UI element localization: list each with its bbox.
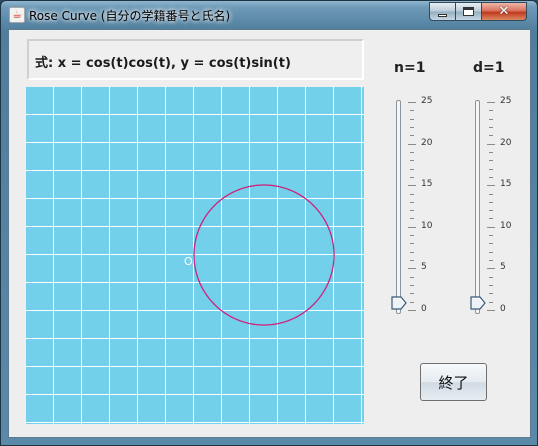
formula-text: 式: x = cos(t)cos(t), y = cos(t)sin(t) xyxy=(35,56,291,71)
plot-canvas: O xyxy=(26,87,364,424)
exit-button[interactable]: 終了 xyxy=(420,363,487,401)
d-slider-tick-label: 10 xyxy=(500,220,512,231)
d-slider-tick xyxy=(487,102,495,103)
n-slider-tick xyxy=(410,151,414,153)
d-slider-tick xyxy=(489,285,493,287)
n-slider-tick xyxy=(408,226,416,228)
rose-curve xyxy=(193,184,335,326)
n-slider-tick xyxy=(408,143,416,145)
n-slider-tick xyxy=(410,193,414,195)
d-slider-tick xyxy=(489,168,493,170)
n-slider-tick xyxy=(410,118,414,120)
n-slider-tick-label: 20 xyxy=(421,137,433,148)
minimize-button[interactable] xyxy=(429,2,456,21)
d-slider-tick-label: 15 xyxy=(500,179,512,190)
d-slider-tick xyxy=(489,301,493,303)
d-slider-tick-label: 0 xyxy=(500,304,506,314)
d-slider-track[interactable] xyxy=(475,100,480,314)
n-slider-tick xyxy=(410,126,414,128)
d-slider-tick xyxy=(487,185,495,187)
n-slider-tick xyxy=(410,251,414,253)
n-slider-track[interactable] xyxy=(396,100,401,314)
d-slider-tick xyxy=(487,226,495,228)
n-slider[interactable]: 25 20 15 10 5 0 xyxy=(391,94,452,324)
n-slider-tick-label: 15 xyxy=(421,179,433,190)
window-controls: ✕ xyxy=(429,2,527,21)
n-slider-tick xyxy=(410,201,414,203)
d-slider-thumb[interactable] xyxy=(470,295,486,310)
d-slider-tick-label: 25 xyxy=(500,96,512,106)
maximize-icon xyxy=(463,7,474,16)
content-pane: 式: x = cos(t)cos(t), y = cos(t)sin(t) O … xyxy=(8,29,531,438)
n-slider-tick xyxy=(410,301,414,303)
d-slider-tick xyxy=(487,268,495,270)
d-slider-tick xyxy=(489,176,493,178)
n-slider-tick xyxy=(410,285,414,287)
d-slider-tick xyxy=(489,135,493,137)
d-slider-tick xyxy=(489,210,493,212)
d-slider-tick xyxy=(489,218,493,220)
maximize-button[interactable] xyxy=(456,2,482,21)
close-icon: ✕ xyxy=(498,4,510,19)
d-slider-tick xyxy=(489,293,493,295)
d-slider-tick xyxy=(489,126,493,128)
n-slider-tick xyxy=(410,110,414,112)
rose-curve-svg xyxy=(193,184,335,326)
n-slider-tick xyxy=(410,235,414,237)
d-slider-tick xyxy=(489,193,493,195)
n-slider-tick-label: 0 xyxy=(421,304,427,314)
title-bar[interactable]: ☕ Rose Curve (自分の学籍番号と氏名) ✕ xyxy=(1,1,537,29)
d-slider-tick xyxy=(489,276,493,278)
n-slider-tick xyxy=(410,210,414,212)
d-slider-label: d=1 xyxy=(473,60,505,76)
d-slider-tick xyxy=(489,110,493,112)
close-button[interactable]: ✕ xyxy=(482,2,527,21)
d-slider-tick xyxy=(489,151,493,153)
d-slider-tick xyxy=(487,143,495,145)
n-slider-tick xyxy=(408,185,416,187)
n-slider-label: n=1 xyxy=(394,60,426,76)
n-slider-tick-label: 5 xyxy=(421,262,427,273)
d-slider-tick xyxy=(489,260,493,262)
n-slider-tick-label: 25 xyxy=(421,96,433,106)
n-slider-tick xyxy=(410,276,414,278)
n-slider-tick xyxy=(408,268,416,270)
n-slider-tick xyxy=(408,102,416,103)
n-slider-tick xyxy=(410,243,414,245)
d-slider-tick-label: 20 xyxy=(500,137,512,148)
d-slider[interactable]: 25 20 15 10 5 0 xyxy=(470,94,531,324)
n-slider-thumb[interactable] xyxy=(391,295,407,310)
d-slider-tick xyxy=(489,235,493,237)
d-slider-tick-label: 5 xyxy=(500,262,506,273)
n-slider-tick xyxy=(410,260,414,262)
d-slider-tick xyxy=(489,201,493,203)
d-slider-tick xyxy=(487,310,495,311)
window-title: Rose Curve (自分の学籍番号と氏名) xyxy=(29,9,231,23)
d-slider-tick xyxy=(489,251,493,253)
n-slider-tick xyxy=(410,168,414,170)
d-slider-tick xyxy=(489,160,493,162)
n-slider-tick xyxy=(410,176,414,178)
n-slider-tick xyxy=(410,160,414,162)
n-slider-tick xyxy=(410,218,414,220)
java-cup-icon: ☕ xyxy=(9,7,25,23)
origin-label: O xyxy=(184,255,193,268)
app-window: ☕ Rose Curve (自分の学籍番号と氏名) ✕ 式: x = cos(t… xyxy=(0,0,538,446)
minimize-icon xyxy=(438,13,447,17)
n-slider-tick xyxy=(410,293,414,295)
n-slider-tick xyxy=(410,135,414,137)
n-slider-tick xyxy=(408,310,416,311)
formula-panel: 式: x = cos(t)cos(t), y = cos(t)sin(t) xyxy=(27,39,364,80)
n-slider-tick-label: 10 xyxy=(421,220,433,231)
d-slider-tick xyxy=(489,243,493,245)
d-slider-tick xyxy=(489,118,493,120)
